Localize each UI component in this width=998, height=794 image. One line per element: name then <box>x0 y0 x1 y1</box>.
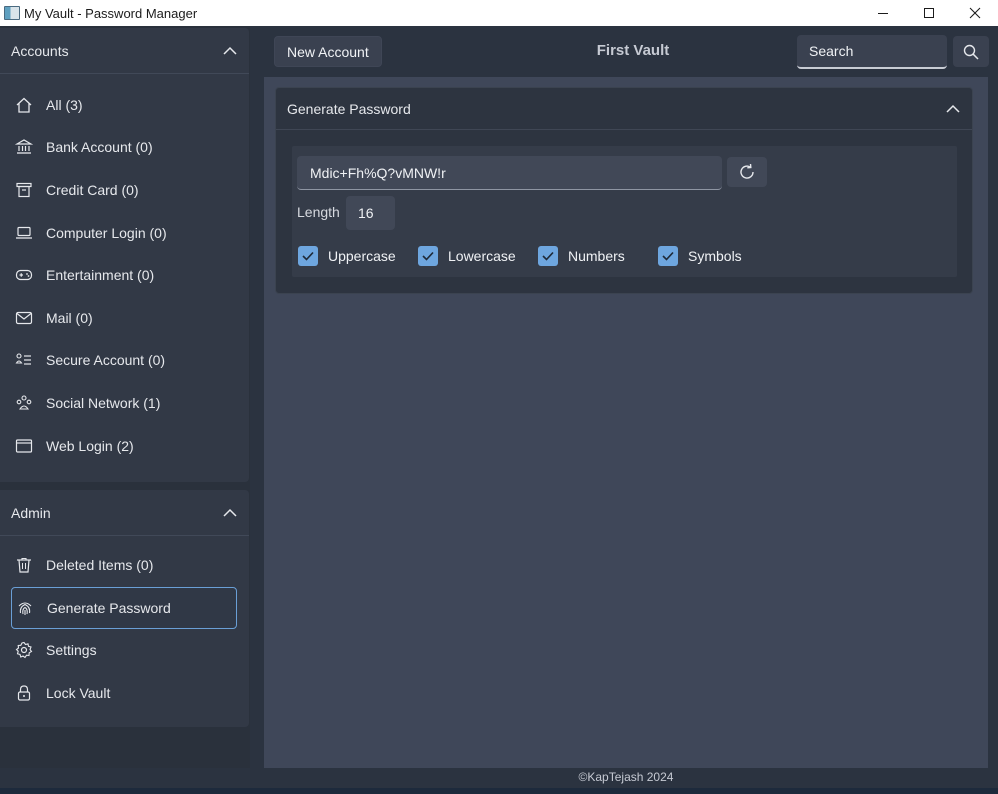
laptop-icon <box>11 224 46 242</box>
checkbox-checked-icon <box>538 246 558 266</box>
social-network-icon <box>11 394 46 412</box>
maximize-icon <box>924 8 934 18</box>
checkbox-label: Lowercase <box>448 248 516 264</box>
search-input[interactable]: Search <box>797 35 947 69</box>
sidebar-item-label: Entertainment (0) <box>46 267 155 283</box>
gamepad-icon <box>11 266 46 284</box>
desktop-background <box>0 788 998 794</box>
sidebar-item-credit-card[interactable]: Credit Card (0) <box>11 169 237 211</box>
fingerprint-icon <box>12 599 47 617</box>
search-icon <box>963 44 979 60</box>
generate-password-header[interactable]: Generate Password <box>276 88 972 130</box>
regenerate-button[interactable] <box>727 157 767 187</box>
checkbox-label: Numbers <box>568 248 625 264</box>
refresh-icon <box>740 163 754 179</box>
checkbox-label: Symbols <box>688 248 742 264</box>
sidebar-item-all[interactable]: All (3) <box>11 84 237 126</box>
admin-panel: Admin Deleted Items (0) Generate Passwor… <box>0 490 249 727</box>
admin-header-label: Admin <box>11 504 51 521</box>
checkbox-checked-icon <box>418 246 438 266</box>
length-input[interactable]: 16 <box>346 196 395 230</box>
accounts-panel-header[interactable]: Accounts <box>0 28 249 74</box>
generated-password-field[interactable]: Mdic+Fh%Q?vMNW!r <box>297 156 722 190</box>
search-button[interactable] <box>953 36 989 67</box>
sidebar-item-label: All (3) <box>46 97 83 113</box>
lock-icon <box>11 684 46 702</box>
sidebar-item-lock-vault[interactable]: Lock Vault <box>11 672 237 714</box>
chevron-up-icon[interactable] <box>223 508 237 518</box>
sidebar-item-computer-login[interactable]: Computer Login (0) <box>11 212 237 254</box>
main-content: New Account First Vault Search Generate … <box>264 26 989 768</box>
sidebar-item-deleted-items[interactable]: Deleted Items (0) <box>11 544 237 586</box>
sidebar-item-label: Generate Password <box>47 600 171 616</box>
symbols-checkbox[interactable]: Symbols <box>658 245 742 267</box>
sidebar-item-label: Web Login (2) <box>46 438 134 454</box>
sidebar-item-label: Settings <box>46 642 97 658</box>
credit-card-icon <box>11 181 46 199</box>
window-body: Accounts All (3) Bank Account (0) Credit… <box>0 26 998 794</box>
gear-icon <box>11 641 46 659</box>
window-controls <box>860 0 998 26</box>
close-icon <box>969 7 981 19</box>
sidebar-item-label: Lock Vault <box>46 685 111 701</box>
sidebar-item-entertainment[interactable]: Entertainment (0) <box>11 254 237 296</box>
sidebar: Accounts All (3) Bank Account (0) Credit… <box>0 26 250 768</box>
accounts-header-label: Accounts <box>11 42 69 59</box>
accounts-panel: Accounts All (3) Bank Account (0) Credit… <box>0 28 249 482</box>
bank-icon <box>11 138 46 156</box>
checkbox-checked-icon <box>298 246 318 266</box>
title-bar: My Vault - Password Manager <box>0 0 998 26</box>
chevron-up-icon[interactable] <box>223 46 237 56</box>
sidebar-item-generate-password[interactable]: Generate Password <box>11 587 237 629</box>
sidebar-item-label: Computer Login (0) <box>46 225 167 241</box>
maximize-button[interactable] <box>906 0 952 26</box>
chevron-up-icon[interactable] <box>946 104 960 114</box>
sidebar-item-label: Deleted Items (0) <box>46 557 154 573</box>
trash-icon <box>11 556 46 574</box>
length-label: Length <box>297 204 340 220</box>
sidebar-item-settings[interactable]: Settings <box>11 629 237 671</box>
app-icon <box>4 6 20 20</box>
top-toolbar: New Account First Vault Search <box>264 26 989 77</box>
minimize-icon <box>878 13 888 14</box>
checkbox-label: Uppercase <box>328 248 396 264</box>
sidebar-item-label: Secure Account (0) <box>46 352 166 368</box>
sidebar-item-social-network[interactable]: Social Network (1) <box>11 382 237 424</box>
window-title: My Vault - Password Manager <box>24 5 198 21</box>
card-title: Generate Password <box>287 100 411 117</box>
mail-icon <box>11 309 46 327</box>
minimize-button[interactable] <box>860 0 906 26</box>
sidebar-item-label: Bank Account (0) <box>46 139 153 155</box>
sidebar-item-bank-account[interactable]: Bank Account (0) <box>11 126 237 168</box>
sidebar-item-web-login[interactable]: Web Login (2) <box>11 425 237 467</box>
checkbox-checked-icon <box>658 246 678 266</box>
sidebar-item-mail[interactable]: Mail (0) <box>11 297 237 339</box>
footer-copyright: ©KapTejash 2024 <box>578 770 674 784</box>
generator-panel: Mdic+Fh%Q?vMNW!r Length 16 Uppercase Low… <box>292 146 957 277</box>
browser-window-icon <box>11 437 46 455</box>
generate-password-card: Generate Password Mdic+Fh%Q?vMNW!r Lengt… <box>275 87 973 294</box>
secure-list-icon <box>11 351 46 369</box>
sidebar-item-label: Credit Card (0) <box>46 182 139 198</box>
sidebar-item-label: Mail (0) <box>46 310 93 326</box>
sidebar-item-secure-account[interactable]: Secure Account (0) <box>11 339 237 381</box>
numbers-checkbox[interactable]: Numbers <box>538 245 625 267</box>
close-button[interactable] <box>952 0 998 26</box>
uppercase-checkbox[interactable]: Uppercase <box>298 245 396 267</box>
home-icon <box>11 96 46 114</box>
admin-panel-header[interactable]: Admin <box>0 490 249 536</box>
sidebar-item-label: Social Network (1) <box>46 395 161 411</box>
lowercase-checkbox[interactable]: Lowercase <box>418 245 516 267</box>
